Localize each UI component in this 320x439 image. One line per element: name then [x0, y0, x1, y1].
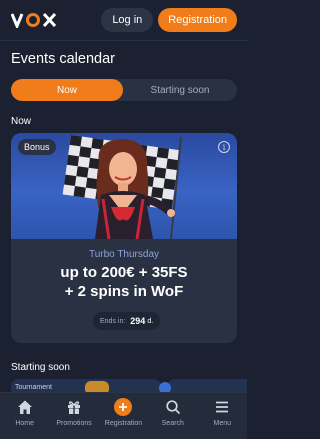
countdown-value: 294 — [130, 316, 146, 326]
nav-search-label: Search — [161, 420, 184, 427]
tournament-badge: Tournament — [15, 384, 52, 391]
countdown-label: Ends in: — [100, 317, 126, 325]
header-divider — [0, 40, 247, 41]
home-icon — [16, 398, 34, 416]
section-starting-soon-label: Starting soon — [11, 362, 70, 373]
page-title: Events calendar — [11, 51, 115, 67]
gift-icon — [65, 398, 83, 416]
nav-registration-label: Registration — [104, 420, 143, 427]
header: Log in Registration — [0, 0, 247, 40]
nav-registration[interactable]: Registration — [99, 398, 148, 427]
search-icon — [164, 398, 182, 416]
promo-headline-line-1: up to 200€ + 35FS — [60, 264, 188, 281]
info-icon[interactable]: i — [218, 141, 230, 153]
countdown-unit: d. — [147, 317, 154, 325]
event-tabs: Now Starting soon — [11, 79, 237, 101]
section-now-label: Now — [11, 116, 32, 127]
vox-logo-icon — [11, 12, 57, 28]
nav-search[interactable]: Search — [148, 398, 197, 427]
menu-icon — [213, 398, 231, 416]
nav-promotions[interactable]: Promotions — [50, 398, 99, 427]
page: Log in Registration Events calendar Now … — [0, 0, 247, 439]
nav-promotions-label: Promotions — [56, 420, 92, 427]
nav-menu-label: Menu — [213, 420, 231, 427]
promo-card[interactable]: Bonus i Turbo Thursday up to 200€ + 35FS… — [11, 133, 237, 343]
header-buttons: Log in Registration — [101, 8, 237, 32]
nav-menu[interactable]: Menu — [198, 398, 247, 427]
promo-subtitle: Turbo Thursday — [88, 249, 160, 260]
nav-home-label: Home — [15, 420, 35, 427]
promo-headline-line-2: + 2 spins in WoF — [64, 283, 184, 300]
countdown-badge: Ends in: 294 d. — [93, 312, 161, 330]
logo[interactable] — [11, 12, 58, 28]
tab-starting-soon[interactable]: Starting soon — [123, 79, 237, 101]
promo-headline: up to 200€ + 35FS + 2 spins in WoF — [11, 263, 237, 301]
tab-now[interactable]: Now — [11, 79, 123, 101]
login-button[interactable]: Log in — [101, 8, 154, 32]
nav-home[interactable]: Home — [0, 398, 49, 427]
register-button[interactable]: Registration — [158, 8, 237, 32]
promo-image: Bonus i — [11, 133, 237, 239]
bottom-nav: Home Promotions Registration Search Menu — [0, 392, 247, 439]
plus-icon — [114, 398, 133, 416]
bonus-badge: Bonus — [18, 139, 56, 155]
